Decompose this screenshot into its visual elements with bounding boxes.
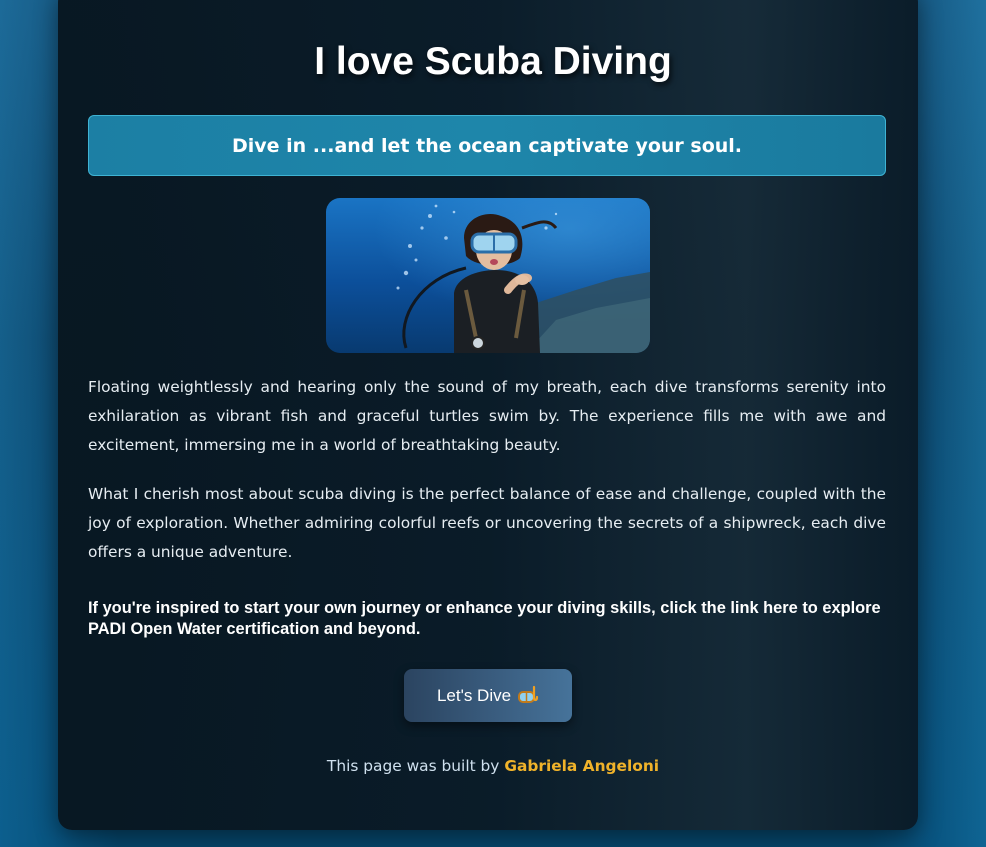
footer: This page was built by Gabriela Angeloni [0,757,986,775]
tagline-text: Dive in ...and let the ocean captivate y… [231,134,743,157]
page-title: I love Scuba Diving [314,40,672,83]
diving-mask-icon [517,685,539,707]
footer-prefix: This page was built by [326,757,500,775]
paragraph-experience: Floating weightlessly and hearing only t… [88,378,886,454]
scuba-diver-photo [326,198,650,353]
lets-dive-button[interactable]: Let's Dive [404,669,572,722]
tagline-banner: Dive in ...and let the ocean captivate y… [88,115,886,176]
lets-dive-label: Let's Dive [436,685,512,705]
author-link[interactable]: Gabriela Angeloni [504,757,659,775]
paragraph-cherish: What I cherish most about scuba diving i… [88,485,886,561]
page: { "page": { "title": "I love Scuba Divin… [0,0,986,847]
cta-text: If you're inspired to start your own jou… [88,599,881,638]
